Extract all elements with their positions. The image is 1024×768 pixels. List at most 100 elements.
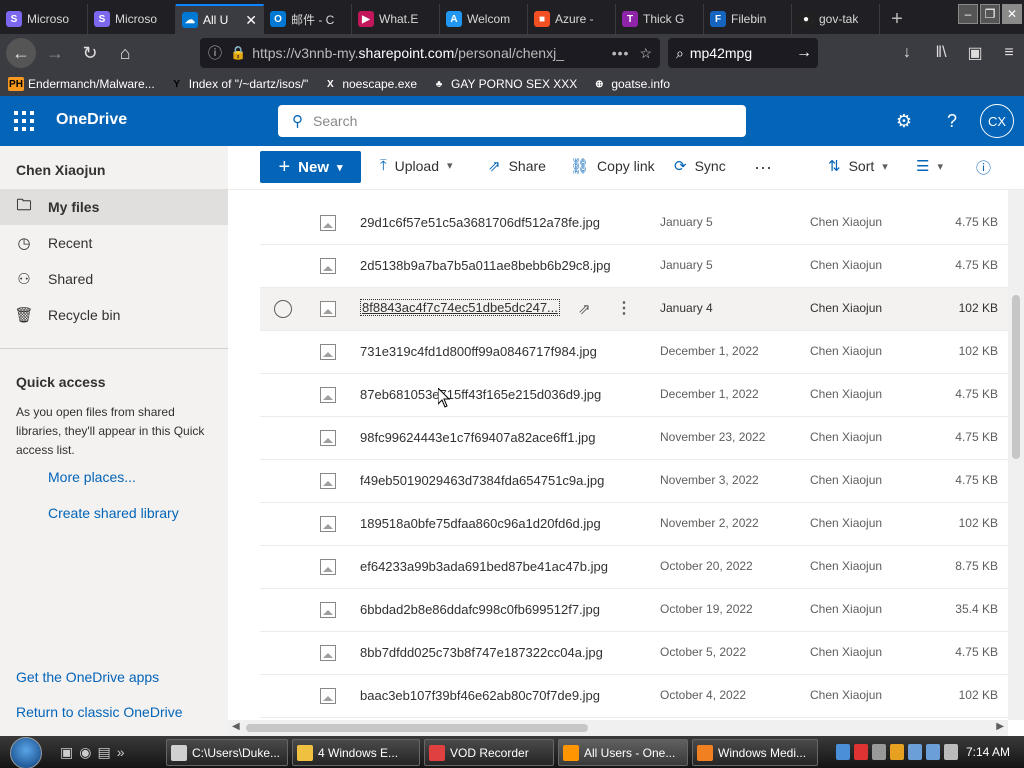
browser-tab[interactable]: S Microso bbox=[88, 4, 176, 34]
get-apps-link[interactable]: Get the OneDrive apps bbox=[16, 669, 159, 685]
page-actions-icon[interactable]: ••• bbox=[612, 45, 630, 61]
taskbar-window-button[interactable]: Windows Medi... bbox=[692, 739, 818, 766]
sort-button[interactable]: ⇅ Sort ▾ bbox=[828, 157, 888, 175]
row-select-checkbox[interactable] bbox=[274, 300, 292, 318]
browser-tab[interactable]: ■ Azure - bbox=[528, 4, 616, 34]
show-desktop-icon[interactable]: ▣ bbox=[60, 744, 73, 761]
taskbar-window-button[interactable]: VOD Recorder bbox=[424, 739, 554, 766]
file-name-link[interactable]: ef64233a99b3ada691bed87be41ac47b.jpg bbox=[360, 559, 608, 574]
display-icon[interactable] bbox=[926, 744, 940, 760]
back-button[interactable]: ← bbox=[6, 38, 36, 68]
browser-tab[interactable]: T Thick G bbox=[616, 4, 704, 34]
create-shared-library-link[interactable]: Create shared library bbox=[48, 505, 179, 521]
close-tab-icon[interactable]: ✕ bbox=[241, 12, 257, 29]
browser-tab[interactable]: A Welcom bbox=[440, 4, 528, 34]
file-name-link[interactable]: 6bbdad2b8e86ddafc998c0fb699512f7.jpg bbox=[360, 602, 600, 617]
start-button[interactable] bbox=[10, 737, 42, 768]
file-name-link[interactable]: 189518a0bfe75dfaa860c96a1d20fd6d.jpg bbox=[360, 516, 601, 531]
close-window-button[interactable]: ✕ bbox=[1002, 4, 1022, 24]
nav-item-recycle-bin[interactable]: 🗑 Recycle bin bbox=[0, 297, 228, 333]
browser-tab[interactable]: F Filebin bbox=[704, 4, 792, 34]
file-name-link[interactable]: 87eb681053e715ff43f165e215d036d9.jpg bbox=[360, 387, 601, 402]
file-name-link[interactable]: baac3eb107f39bf46e62ab80c70f7de9.jpg bbox=[360, 688, 600, 703]
file-row[interactable]: 6bbdad2b8e86ddafc998c0fb699512f7.jpg Octo… bbox=[260, 589, 1008, 632]
browser-tab[interactable]: S Microso bbox=[0, 4, 88, 34]
tray-app-icon[interactable] bbox=[872, 744, 886, 760]
onedrive-search-input[interactable]: ⚲ Search bbox=[278, 105, 746, 137]
file-row[interactable]: 8f8843ac4f7c74ec51dbe5dc247... ⇗ ⋮ January … bbox=[260, 288, 1008, 331]
reload-button[interactable]: ↻ bbox=[74, 37, 106, 69]
more-commands-button[interactable]: ··· bbox=[754, 157, 772, 178]
view-options-button[interactable]: ☰ ▾ bbox=[916, 157, 943, 175]
file-row[interactable]: ef64233a99b3ada691bed87be41ac47b.jpg Octo… bbox=[260, 546, 1008, 589]
taskbar-window-button[interactable]: C:\Users\Duke... bbox=[166, 739, 288, 766]
file-name-link[interactable]: 731e319c4fd1d800ff99a0846717f984.jpg bbox=[360, 344, 597, 359]
address-bar[interactable]: ⓘ 🔒 https://v3nnb-my. sharepoint.com/pers… bbox=[200, 38, 660, 68]
taskbar-window-button[interactable]: All Users - One... bbox=[558, 739, 688, 766]
downloads-icon[interactable]: ↓ bbox=[892, 38, 922, 68]
menu-icon[interactable]: ≡ bbox=[994, 38, 1024, 68]
explorer-icon[interactable]: ▤ bbox=[97, 744, 110, 761]
file-name-link[interactable]: 29d1c6f57e51c5a3681706df512a78fe.jpg bbox=[360, 215, 600, 230]
forward-button[interactable]: → bbox=[39, 37, 71, 69]
expand-icon[interactable]: » bbox=[117, 744, 125, 761]
tray-app-icon[interactable] bbox=[854, 744, 868, 760]
app-launcher-icon[interactable] bbox=[14, 111, 34, 131]
scroll-left-icon[interactable]: ◀ bbox=[232, 721, 240, 732]
search-go-icon[interactable]: → bbox=[796, 44, 812, 62]
file-row[interactable]: baac3eb107f39bf46e62ab80c70f7de9.jpg Octo… bbox=[260, 675, 1008, 718]
bookmark-item[interactable]: ♣ GAY PORNO SEX XXX bbox=[431, 77, 578, 91]
share-button[interactable]: ⇗ Share bbox=[488, 157, 546, 175]
file-name-link[interactable]: 8f8843ac4f7c74ec51dbe5dc247... bbox=[360, 299, 560, 316]
search-bar[interactable]: ⌕ mp42mpg → bbox=[668, 38, 818, 68]
restore-button[interactable]: ❐ bbox=[980, 4, 1000, 24]
network-icon[interactable] bbox=[908, 744, 922, 760]
more-places-link[interactable]: More places... bbox=[48, 469, 136, 485]
share-icon[interactable]: ⇗ bbox=[578, 300, 591, 318]
file-row[interactable]: 98fc99624443e1c7f69407a82ace6ff1.jpg Nove… bbox=[260, 417, 1008, 460]
info-pane-button[interactable]: ⓘ bbox=[976, 157, 991, 178]
bookmark-star-icon[interactable]: ☆ bbox=[639, 45, 652, 62]
bookmark-item[interactable]: ⊕ goatse.info bbox=[591, 77, 670, 91]
file-row[interactable]: 2d5138b9a7ba7b5a011ae8bebb6b29c8.jpg Janu… bbox=[260, 245, 1008, 288]
volume-icon[interactable] bbox=[944, 744, 958, 760]
bookmark-item[interactable]: PH Endermanch/Malware... bbox=[8, 77, 155, 91]
browser-tab[interactable]: ● gov-tak bbox=[792, 4, 880, 34]
new-tab-button[interactable]: + bbox=[880, 4, 914, 34]
tray-app-icon[interactable] bbox=[890, 744, 904, 760]
upload-button[interactable]: ⤒ Upload ▾ bbox=[380, 157, 453, 174]
taskbar-window-button[interactable]: 4 Windows E... bbox=[292, 739, 420, 766]
file-name-link[interactable]: 8bb7dfdd025c73b8f747e187322cc04a.jpg bbox=[360, 645, 603, 660]
file-row[interactable]: 87eb681053e715ff43f165e215d036d9.jpg Dece… bbox=[260, 374, 1008, 417]
horizontal-scrollbar[interactable]: ◀ ▶ bbox=[228, 720, 1008, 736]
library-icon[interactable]: ‖\ bbox=[926, 38, 956, 68]
help-icon[interactable]: ? bbox=[940, 109, 964, 133]
browser-tab[interactable]: O 邮件 - C bbox=[264, 4, 352, 34]
file-row[interactable]: 731e319c4fd1d800ff99a0846717f984.jpg Dece… bbox=[260, 331, 1008, 374]
vertical-scrollbar[interactable] bbox=[1008, 190, 1024, 720]
browser-tab[interactable]: ▶ What.E bbox=[352, 4, 440, 34]
tray-app-icon[interactable] bbox=[836, 744, 850, 760]
sync-button[interactable]: ⟳ Sync bbox=[674, 157, 726, 175]
taskbar-clock[interactable]: 7:14 AM bbox=[966, 745, 1010, 759]
minimize-button[interactable]: – bbox=[958, 4, 978, 24]
file-name-link[interactable]: 98fc99624443e1c7f69407a82ace6ff1.jpg bbox=[360, 430, 595, 445]
bookmark-item[interactable]: Xnoescape.exe bbox=[322, 77, 417, 91]
copy-link-button[interactable]: ⛓ Copy link bbox=[570, 157, 655, 175]
onedrive-title[interactable]: OneDrive bbox=[56, 111, 127, 129]
sidebar-icon[interactable]: ▣ bbox=[960, 38, 990, 68]
file-row[interactable]: f49eb5019029463d7384fda654751c9a.jpg Nove… bbox=[260, 460, 1008, 503]
home-button[interactable]: ⌂ bbox=[109, 37, 141, 69]
browser-tab[interactable]: ☁ All U ✕ bbox=[176, 4, 264, 34]
settings-gear-icon[interactable]: ⚙ bbox=[892, 109, 916, 133]
nav-item-my-files[interactable]: 🗀 My files bbox=[0, 189, 228, 225]
file-name-link[interactable]: f49eb5019029463d7384fda654751c9a.jpg bbox=[360, 473, 604, 488]
nav-item-recent[interactable]: ◷ Recent bbox=[0, 225, 228, 261]
nav-item-shared[interactable]: ⚇ Shared bbox=[0, 261, 228, 297]
file-row[interactable]: 29d1c6f57e51c5a3681706df512a78fe.jpg Janu… bbox=[260, 202, 1008, 245]
scrollbar-thumb[interactable] bbox=[1012, 295, 1020, 459]
scrollbar-thumb[interactable] bbox=[246, 724, 588, 732]
bookmark-item[interactable]: Y Index of "/~dartz/isos/" bbox=[169, 77, 308, 91]
new-button[interactable]: + New ▾ bbox=[260, 151, 361, 183]
avatar[interactable]: CX bbox=[980, 104, 1014, 138]
